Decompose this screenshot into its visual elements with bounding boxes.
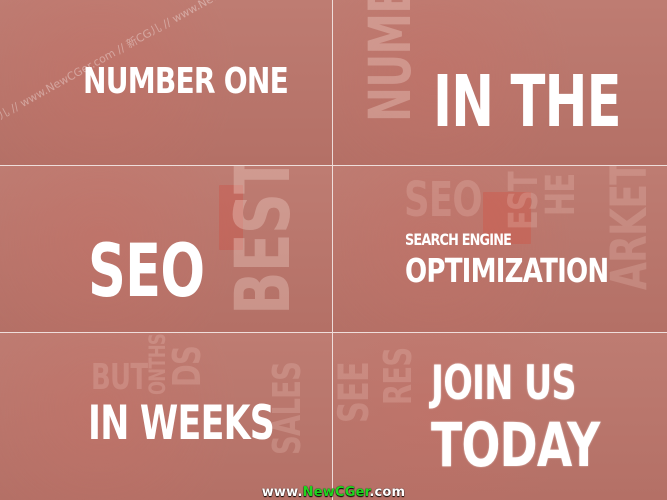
panel-in-the: NUMB IN THE — [333, 0, 667, 166]
ghost-seo-text: SEO — [404, 172, 483, 228]
panel-seo: BEST SEO — [0, 166, 333, 333]
seo-title: SEO — [88, 229, 205, 314]
ghost-see-text: SEE — [333, 362, 378, 423]
ghost-res-text: RES — [376, 347, 420, 405]
ghost-he-text: HE — [538, 173, 584, 216]
number-one-title: NUMBER ONE — [83, 61, 289, 102]
red-accent-block — [219, 185, 243, 250]
ghost-ds-text: DS — [165, 346, 209, 387]
ghost-but-text: BUT — [91, 357, 148, 398]
optimization-title: OPTIMIZATION — [405, 251, 609, 290]
panel-in-weeks: BUT DS ONTHS SALES IN WEEKS — [0, 333, 333, 500]
video-frame: NUMBER ONE NUMB IN THE BEST SEO SEO EST … — [0, 0, 667, 500]
in-the-title: IN THE — [433, 60, 622, 143]
ghost-arket-text: ARKET — [600, 166, 658, 290]
search-engine-label: SEARCH ENGINE — [405, 230, 512, 249]
frame-grid: NUMBER ONE NUMB IN THE BEST SEO SEO EST … — [0, 0, 667, 500]
ghost-onths-text: ONTHS — [146, 333, 171, 395]
panel-number-one: NUMBER ONE — [0, 0, 333, 166]
join-us-title: JOIN US — [431, 356, 577, 411]
panel-join-us-today: SEE RES JOIN US TODAY — [333, 333, 667, 500]
panel-search-engine-optimization: SEO EST HE ARKET SEARCH ENGINE OPTIMIZAT… — [333, 166, 667, 333]
ghost-numb-text: NUMB — [356, 0, 424, 122]
today-title: TODAY — [431, 410, 600, 481]
in-weeks-title: IN WEEKS — [88, 396, 275, 451]
